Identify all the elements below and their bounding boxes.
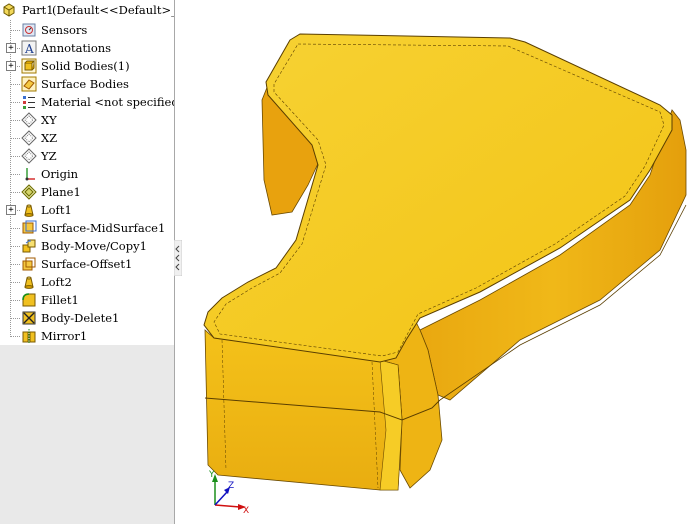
tree-item-label: Origin (41, 167, 79, 181)
expand-toggle[interactable]: + (6, 43, 16, 53)
plane-icon (21, 130, 37, 146)
plane-icon (21, 112, 37, 128)
tree-item-label: Material <not specified> (41, 95, 175, 109)
tree-item-label: Solid Bodies(1) (41, 59, 130, 73)
tree-item-label: Loft1 (41, 203, 72, 217)
move-copy-icon (22, 239, 36, 253)
tree-item-mirror1[interactable]: Mirror1 (0, 327, 174, 345)
loft-icon (24, 276, 34, 289)
tree-connector-line (11, 300, 20, 301)
tree-root-part[interactable]: Part1 (Default<<Default>_Displ (0, 0, 174, 20)
annotations-icon: A (21, 40, 37, 56)
tree-item-label: Annotations (41, 41, 112, 55)
tree-item-label: XY (41, 113, 57, 127)
tree-connector-line (11, 264, 20, 265)
plane-icon (21, 148, 37, 164)
tree-item-xy[interactable]: XY (0, 111, 174, 129)
expand-toggle[interactable]: + (6, 61, 16, 71)
tree-item-label: Sensors (41, 23, 88, 37)
part-icon (3, 3, 15, 17)
tree-item-body-delete1[interactable]: Body-Delete1 (0, 309, 174, 327)
tree-item-fillet1[interactable]: Fillet1 (0, 291, 174, 309)
tree-item-label: XZ (41, 131, 58, 145)
part-name: Part1 (22, 3, 54, 17)
tree-item-surface-midsurface1[interactable]: Surface-MidSurface1 (0, 219, 174, 237)
tree-item-label: Body-Move/Copy1 (41, 239, 147, 253)
tree-connector-line (11, 30, 20, 31)
tree-item-label: Plane1 (41, 185, 81, 199)
sensors-icon (22, 23, 36, 37)
tree-connector-line (11, 318, 20, 319)
tree-item-label: Surface-Offset1 (41, 257, 133, 271)
tree-item-label: Fillet1 (41, 293, 79, 307)
tree-item-loft2[interactable]: Loft2 (0, 273, 174, 291)
fillet-icon (22, 293, 36, 307)
tree-item-loft1[interactable]: + Loft1 (0, 201, 174, 219)
tree-item-plane1[interactable]: Plane1 (0, 183, 174, 201)
configuration-name: (Default<<Default>_Displ (52, 3, 174, 17)
tree-item-material-not-specified[interactable]: Material <not specified> (0, 93, 174, 111)
surface-bodies-icon (21, 76, 37, 92)
solid-bodies-icon (21, 58, 37, 74)
midsurface-icon (22, 220, 37, 234)
offset-icon (22, 257, 36, 271)
tree-item-origin[interactable]: Origin (0, 165, 174, 183)
tree-item-surface-bodies[interactable]: Surface Bodies (0, 75, 174, 93)
tree-item-annotations[interactable]: + A Annotations (0, 39, 174, 57)
tree-empty-area (0, 345, 174, 524)
triad-z-label: Z (228, 481, 234, 491)
tree-item-label: Mirror1 (41, 329, 88, 343)
tree-connector-line (11, 282, 20, 283)
tree-connector-line (11, 120, 20, 121)
mirror-icon (22, 329, 36, 343)
tree-item-label: Surface Bodies (41, 77, 129, 91)
tree-connector-line (11, 336, 20, 337)
graphics-viewport[interactable]: Y X Z (176, 0, 696, 524)
tree-connector-line (11, 84, 20, 85)
tree-connector-line (11, 102, 20, 103)
tree-connector-line (11, 174, 20, 175)
tree-item-label: YZ (41, 149, 57, 163)
loft-icon (24, 204, 34, 217)
material-icon (23, 96, 35, 109)
tree-connector-line (11, 156, 20, 157)
tree-item-xz[interactable]: XZ (0, 129, 174, 147)
expand-toggle[interactable]: + (6, 205, 16, 215)
tree-connector-line (11, 192, 20, 193)
origin-icon (25, 168, 35, 181)
tree-connector-line (11, 228, 20, 229)
tree-item-label: Body-Delete1 (41, 311, 120, 325)
feature-manager-tree: Part1 (Default<<Default>_Displ Sensors + A… (0, 0, 175, 524)
triad-y-label: Y (208, 470, 215, 480)
triad-x-label: X (243, 506, 249, 516)
tree-item-body-move-copy1[interactable]: Body-Move/Copy1 (0, 237, 174, 255)
tree-item-yz[interactable]: YZ (0, 147, 174, 165)
tree-connector-line (11, 138, 20, 139)
tree-item-sensors[interactable]: Sensors (0, 21, 174, 39)
tree-item-label: Loft2 (41, 275, 72, 289)
svg-text:A: A (24, 42, 34, 56)
body-delete-icon (22, 311, 36, 325)
plane1-icon (21, 184, 37, 200)
tree-item-surface-offset1[interactable]: Surface-Offset1 (0, 255, 174, 273)
tree-item-solid-bodies-1[interactable]: + Solid Bodies(1) (0, 57, 174, 75)
tree-connector-line (11, 246, 20, 247)
part-model[interactable] (203, 33, 687, 491)
tree-item-label: Surface-MidSurface1 (41, 221, 166, 235)
